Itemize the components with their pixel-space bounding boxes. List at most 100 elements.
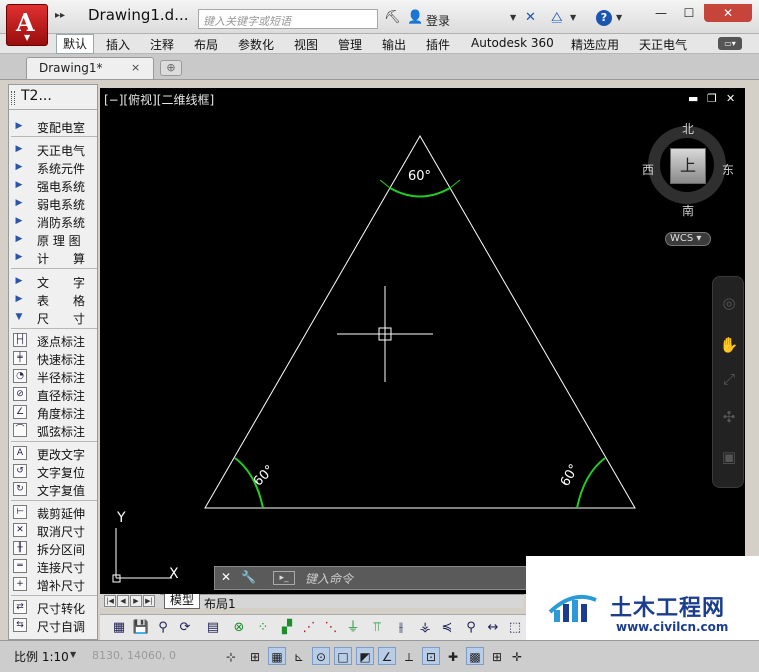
palette-category-dimension[interactable]: ▼ 尺 寸: [9, 308, 97, 326]
palette-category-fire-system[interactable]: ▶ 消防系统: [9, 212, 97, 230]
tab-manage[interactable]: 管理: [338, 36, 362, 53]
binoculars-icon[interactable]: ⛏: [384, 10, 401, 25]
node-icon[interactable]: ⋰: [300, 619, 318, 637]
quick-access-more-button[interactable]: ▸▸: [55, 10, 65, 21]
tab-addins[interactable]: 插件: [426, 36, 450, 53]
tool-split-interval[interactable]: ╫ 拆分区间: [9, 539, 97, 557]
ground-icon[interactable]: ⏚: [344, 619, 362, 637]
search-input[interactable]: 键入关键字或短语: [198, 9, 378, 29]
tool-dimension-convert[interactable]: ⇄ 尺寸转化: [9, 598, 97, 616]
last-layout-icon[interactable]: ▶|: [143, 595, 155, 607]
palette-grip[interactable]: [11, 91, 15, 105]
polar-icon[interactable]: ⊙: [312, 647, 330, 665]
minimize-button[interactable]: —: [648, 4, 674, 22]
selection-cycling-icon[interactable]: ⊞: [488, 647, 506, 665]
circle-x-icon[interactable]: ⊗: [230, 619, 248, 637]
palette-category-tianzheng-electric[interactable]: ▶ 天正电气: [9, 140, 97, 158]
snap-icon[interactable]: ⊹: [222, 647, 240, 665]
tool-text-reset[interactable]: ↺ 文字复位: [9, 462, 97, 480]
palette-category-table[interactable]: ▶ 表 格: [9, 290, 97, 308]
palette-category-text[interactable]: ▶ 文 字: [9, 272, 97, 290]
tool-diameter-dimension[interactable]: ⊘ 直径标注: [9, 385, 97, 403]
ortho-icon[interactable]: ⊾: [290, 647, 308, 665]
user-icon[interactable]: 👤: [407, 10, 423, 25]
tab-parametric[interactable]: 参数化: [238, 36, 274, 53]
annotation-monitor-icon[interactable]: ✛: [508, 647, 526, 665]
save-icon[interactable]: 💾: [132, 619, 150, 637]
ground-double-icon[interactable]: ⫪: [368, 619, 386, 637]
chevron-down-icon[interactable]: ▼: [70, 650, 76, 659]
tab-layout1[interactable]: 布局1: [204, 595, 236, 612]
palette-category-system-components[interactable]: ▶ 系统元件: [9, 158, 97, 176]
otrack-icon[interactable]: ∠: [378, 647, 396, 665]
tool-dimension-auto-adjust[interactable]: ⇆ 尺寸自调: [9, 616, 97, 634]
tab-layout[interactable]: 布局: [194, 36, 218, 53]
tool-radius-dimension[interactable]: ◔ 半径标注: [9, 367, 97, 385]
application-menu-button[interactable]: A ▼: [6, 4, 48, 46]
refresh-icon[interactable]: ⟳: [176, 619, 194, 637]
tool-text-revalue[interactable]: ↻ 文字复值: [9, 480, 97, 498]
command-input[interactable]: 键入命令: [305, 570, 353, 587]
chevron-down-icon[interactable]: ▼: [510, 13, 516, 22]
dimension-icon[interactable]: ↔: [484, 619, 502, 637]
tab-drawing1[interactable]: Drawing1* ×: [26, 57, 154, 79]
help-icon[interactable]: ?: [596, 10, 612, 26]
link-icon[interactable]: ⚲: [154, 619, 172, 637]
tool-change-text[interactable]: A 更改文字: [9, 444, 97, 462]
antenna-icon[interactable]: ⚶: [416, 619, 434, 637]
maximize-button[interactable]: ☐: [676, 4, 702, 22]
drawing-canvas[interactable]: [−][俯视][二维线框] ▬ ❐ ✕ 上 北 南 东 西 WCS ▾ ◎ ✋ …: [100, 88, 745, 594]
coordinate-readout[interactable]: 8130, 14060, 0: [92, 649, 176, 662]
tool-join-dimension[interactable]: ═ 连接尺寸: [9, 557, 97, 575]
tab-insert[interactable]: 插入: [106, 36, 130, 53]
tool-angle-dimension[interactable]: ∠ 角度标注: [9, 403, 97, 421]
tab-view[interactable]: 视图: [294, 36, 318, 53]
palette-category-low-voltage-system[interactable]: ▶ 弱电系统: [9, 194, 97, 212]
exchange-icon[interactable]: ✕: [525, 10, 536, 25]
tab-output[interactable]: 输出: [382, 36, 406, 53]
wire-icon[interactable]: ≼: [438, 619, 456, 637]
tab-featured-apps[interactable]: 精选应用: [571, 36, 619, 53]
palette-category-schematic[interactable]: ▶ 原 理 图: [9, 230, 97, 248]
tab-annotate[interactable]: 注释: [150, 36, 174, 53]
previous-layout-icon[interactable]: ◀: [117, 595, 129, 607]
tab-tianzheng-electric[interactable]: 天正电气: [639, 36, 687, 53]
tab-model[interactable]: 模型: [164, 594, 200, 609]
settings-icon[interactable]: ▦: [110, 619, 128, 637]
chevron-down-icon[interactable]: ▼: [570, 13, 576, 22]
login-button[interactable]: 登录: [426, 12, 450, 29]
palette-category-substation[interactable]: ▶ 变配电室: [9, 117, 97, 135]
3d-osnap-icon[interactable]: ◩: [356, 647, 374, 665]
connector-icon[interactable]: ⋱: [322, 619, 340, 637]
osnap-icon[interactable]: □: [334, 647, 352, 665]
probe-icon[interactable]: ⚲: [462, 619, 480, 637]
tool-point-dimension[interactable]: ├┤ 逐点标注: [9, 331, 97, 349]
switch-icon[interactable]: ⫲: [392, 619, 410, 637]
close-icon[interactable]: ×: [131, 61, 140, 74]
palette-title[interactable]: T2...: [21, 88, 52, 104]
tab-autodesk-360[interactable]: Autodesk 360: [471, 36, 554, 50]
tool-quick-dimension[interactable]: ╪ 快速标注: [9, 349, 97, 367]
infer-icon[interactable]: ⊞: [246, 647, 264, 665]
layers-icon[interactable]: ▤: [204, 619, 222, 637]
first-layout-icon[interactable]: |◀: [104, 595, 116, 607]
block-icon[interactable]: ▞: [278, 619, 296, 637]
tool-arc-chord-dimension[interactable]: ⌒ 弧弦标注: [9, 421, 97, 439]
transparency-icon[interactable]: ▩: [466, 647, 484, 665]
ribbon-options-button[interactable]: ▭▾: [718, 37, 742, 50]
a360-icon[interactable]: ⧋: [551, 10, 563, 25]
annotation-scale[interactable]: 比例 1:10: [14, 648, 69, 665]
dynamic-ucs-icon[interactable]: ⟂: [400, 647, 418, 665]
lineweight-icon[interactable]: ✚: [444, 647, 462, 665]
recent-commands-icon[interactable]: ▸_: [273, 571, 295, 585]
palette-category-power-system[interactable]: ▶ 强电系统: [9, 176, 97, 194]
new-drawing-tab-button[interactable]: ⊕: [160, 60, 182, 76]
cluster-icon[interactable]: ⁘: [254, 619, 272, 637]
tool-add-dimension[interactable]: + 增补尺寸: [9, 575, 97, 593]
tool-trim-extend[interactable]: ⊢ 裁剪延伸: [9, 503, 97, 521]
next-layout-icon[interactable]: ▶: [130, 595, 142, 607]
tool-cancel-dimension[interactable]: ✕ 取消尺寸: [9, 521, 97, 539]
select-box-icon[interactable]: ⬚: [506, 619, 524, 637]
tab-default[interactable]: 默认: [56, 34, 94, 54]
wrench-icon[interactable]: 🔧: [241, 570, 256, 584]
